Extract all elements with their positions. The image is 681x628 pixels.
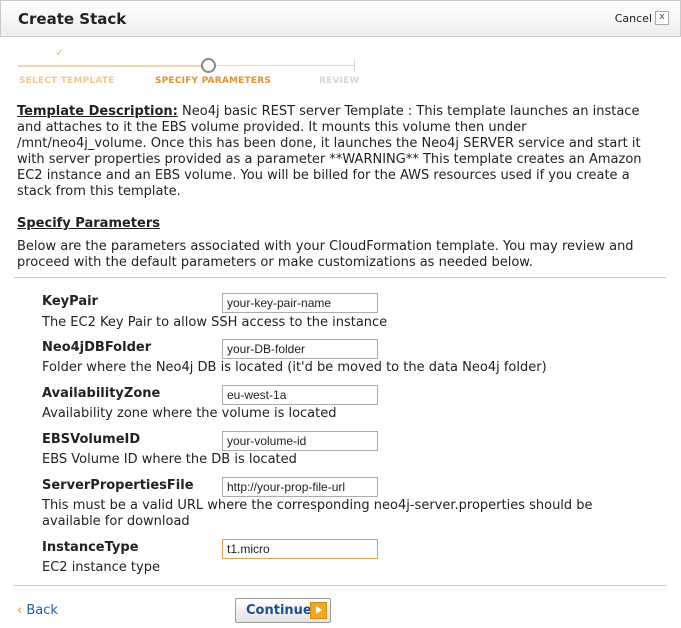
chevron-left-icon: ‹ — [17, 603, 23, 618]
back-link[interactable]: ‹ Back — [17, 603, 58, 618]
cancel-link[interactable]: Cancel — [615, 12, 652, 25]
param-desc-keypair: The EC2 Key Pair to allow SSH access to … — [42, 315, 388, 330]
param-desc-availabilityzone: Availability zone where the volume is lo… — [42, 406, 337, 421]
keypair-input[interactable] — [222, 293, 378, 313]
availabilityzone-input[interactable] — [222, 385, 378, 405]
section-description: Below are the parameters associated with… — [17, 239, 634, 270]
wizard-progress: ✓ SELECT TEMPLATE SPECIFY PARAMETERS REV… — [0, 36, 681, 96]
step-review: REVIEW — [319, 76, 360, 86]
template-description: Template Description: Neo4j basic REST s… — [17, 104, 657, 200]
param-desc-neo4jdbfolder: Folder where the Neo4j DB is located (it… — [42, 360, 547, 375]
serverpropertiesfile-input[interactable] — [222, 477, 378, 497]
wizard-end-marker — [354, 60, 355, 72]
param-desc-serverpropertiesfile: This must be a valid URL where the corre… — [42, 498, 593, 529]
dialog-title: Create Stack — [18, 10, 127, 28]
param-label-keypair: KeyPair — [42, 294, 98, 309]
close-icon[interactable]: x — [655, 11, 669, 25]
step-specify-parameters: SPECIFY PARAMETERS — [155, 76, 272, 86]
wizard-progress-done — [18, 65, 202, 67]
step-select-template: SELECT TEMPLATE — [19, 76, 115, 86]
ebsvolumeid-input[interactable] — [222, 431, 378, 451]
param-label-serverpropertiesfile: ServerPropertiesFile — [42, 478, 194, 493]
param-label-availabilityzone: AvailabilityZone — [42, 386, 161, 401]
instancetype-input[interactable] — [222, 539, 378, 559]
param-label-instancetype: InstanceType — [42, 540, 139, 555]
param-label-ebsvolumeid: EBSVolumeID — [42, 432, 141, 447]
current-step-icon — [201, 58, 216, 73]
param-desc-ebsvolumeid: EBS Volume ID where the DB is located — [42, 452, 297, 467]
divider — [14, 277, 666, 278]
continue-label: Continue — [246, 603, 312, 618]
section-title: Specify Parameters — [17, 216, 160, 231]
checkmark-icon: ✓ — [55, 46, 65, 59]
param-desc-instancetype: EC2 instance type — [42, 560, 160, 575]
footer-divider — [14, 585, 666, 586]
param-label-neo4jdbfolder: Neo4jDBFolder — [42, 340, 152, 355]
arrow-right-icon — [310, 602, 327, 619]
continue-button[interactable]: Continue — [235, 598, 331, 623]
back-label: Back — [26, 603, 58, 618]
wizard-progress-remaining — [214, 65, 355, 66]
dialog-header: Create Stack Cancel x — [0, 0, 681, 37]
neo4jdbfolder-input[interactable] — [222, 339, 378, 359]
template-description-label: Template Description: — [17, 104, 178, 119]
